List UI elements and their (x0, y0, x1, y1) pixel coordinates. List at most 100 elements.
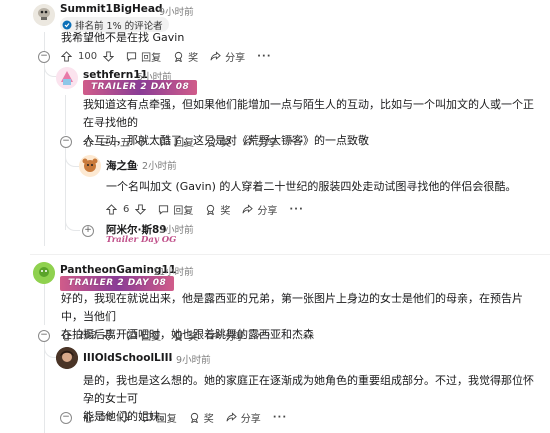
award-button[interactable]: 奖 (189, 410, 214, 425)
more-options-button[interactable]: ··· (257, 330, 271, 341)
reply-label: 回复 (173, 205, 194, 217)
more-options-button[interactable]: ··· (257, 51, 271, 62)
upvote-button[interactable] (61, 50, 72, 62)
award-icon (205, 204, 216, 215)
share-label: 分享 (225, 52, 246, 64)
upvote-icon (106, 203, 117, 215)
comment-actions: 三十五 回复 奖 分享 ··· (83, 132, 304, 150)
comment-body-line: 我知道这有点牵强，但如果他们能增加一点与陌生人的互动，比如与一个叫加文的人或一个… (83, 98, 534, 129)
divider (30, 254, 550, 255)
collapse-icon[interactable]: − (38, 330, 50, 342)
more-options-button[interactable]: ··· (289, 204, 303, 215)
comment-actions: 100 回复 奖 分享 ··· (61, 47, 272, 65)
avatar[interactable] (33, 4, 55, 26)
reply-icon (142, 412, 153, 423)
timestamp: · 3小时前 (153, 225, 194, 236)
share-button[interactable]: 分享 (243, 134, 278, 149)
share-label: 分享 (225, 331, 246, 343)
share-button[interactable]: 分享 (210, 49, 245, 64)
reply-label: 回复 (174, 137, 194, 149)
username[interactable]: 海之鱼 (106, 158, 138, 173)
share-button[interactable]: 分享 (210, 328, 245, 343)
share-icon (210, 50, 221, 62)
reply-button[interactable]: 回复 (126, 49, 161, 64)
upvote-icon (83, 411, 94, 423)
upvote-icon (61, 50, 72, 62)
share-icon (210, 329, 221, 341)
reply-button[interactable]: 回复 (126, 328, 161, 343)
reply-label: 回复 (156, 413, 177, 425)
award-button[interactable]: 奖 (173, 49, 198, 64)
vote-score: 三十五 (100, 137, 130, 149)
share-label: 分享 (240, 413, 261, 425)
comment-body-line: 好的，我现在就说出来，他是露西亚的兄弟，第一张图片上身边的女士是他们的母亲，在预… (61, 292, 523, 323)
comment-actions: 6 回复 奖 分享 ··· (106, 200, 304, 218)
downvote-button[interactable] (118, 411, 130, 423)
collapse-icon[interactable]: − (38, 51, 50, 63)
vote-score: 56 (100, 411, 113, 423)
more-options-button[interactable]: ··· (273, 412, 287, 423)
vote-score: 6 (123, 203, 130, 215)
upvote-button[interactable] (83, 135, 94, 147)
avatar[interactable] (33, 262, 55, 284)
upvote-button[interactable] (61, 329, 72, 341)
reply-button[interactable]: 回复 (158, 202, 193, 217)
award-button[interactable]: 奖 (205, 202, 230, 217)
share-button[interactable]: 分享 (226, 410, 261, 425)
upvote-button[interactable] (83, 411, 94, 423)
rank-icon (62, 20, 72, 30)
username[interactable]: IIIOldSchoolLIII (83, 352, 172, 364)
award-label: 奖 (188, 331, 199, 343)
comment-actions: 56 回复 奖 分享 ··· (83, 408, 287, 426)
collapse-icon[interactable]: − (60, 412, 72, 424)
thread-line (65, 95, 66, 135)
award-icon (206, 136, 217, 147)
vote-score: 282 (78, 329, 98, 341)
collapse-icon[interactable]: − (60, 136, 72, 148)
thread-line (44, 280, 45, 325)
avatar[interactable] (56, 347, 78, 369)
expand-icon[interactable]: + (82, 225, 94, 237)
avatar[interactable] (56, 67, 78, 89)
thread-line (44, 56, 45, 246)
share-button[interactable]: 分享 (242, 202, 277, 217)
downvote-icon (118, 411, 130, 423)
downvote-button[interactable] (103, 329, 115, 341)
thread-curve (65, 154, 80, 167)
comment-actions: 282 回复 奖 分享 ··· (61, 326, 272, 344)
reply-button[interactable]: 回复 (159, 134, 194, 149)
downvote-button[interactable] (135, 203, 147, 215)
user-flair: TRAILER 2 DAY 08 (83, 80, 198, 95)
comment-body-line: 是的，我也是这么想的。她的家庭正在逐渐成为她角色的重要组成部分。不过，我觉得那位… (83, 374, 534, 405)
share-label: 分享 (257, 205, 278, 217)
downvote-button[interactable] (136, 135, 147, 147)
share-label: 分享 (258, 137, 278, 149)
reply-icon (159, 136, 170, 147)
award-button[interactable]: 奖 (206, 134, 231, 149)
user-flair: TRAILER 2 DAY 08 (60, 276, 175, 291)
user-flair: Trailer Day OG (106, 235, 177, 245)
award-button[interactable]: 奖 (173, 328, 198, 343)
reply-button[interactable]: 回复 (142, 410, 177, 425)
award-icon (189, 412, 200, 423)
reply-label: 回复 (141, 331, 162, 343)
more-options-button[interactable]: ··· (290, 136, 304, 147)
downvote-icon (103, 50, 115, 62)
downvote-icon (135, 203, 147, 215)
upvote-button[interactable] (106, 203, 117, 215)
award-label: 奖 (203, 413, 214, 425)
username[interactable]: Summit1BigHead (60, 3, 162, 15)
award-icon (173, 330, 184, 341)
share-icon (242, 203, 254, 215)
avatar[interactable] (79, 155, 101, 177)
downvote-button[interactable] (103, 50, 115, 62)
downvote-icon (103, 329, 115, 341)
thread-curve (65, 220, 80, 231)
award-label: 奖 (221, 137, 231, 149)
upvote-icon (61, 329, 72, 341)
comment-body: 一个名叫加文 (Gavin) 的人穿着二十世纪的服装四处走动试图寻找他的伴侣会很… (106, 180, 517, 193)
reply-icon (126, 330, 137, 341)
timestamp: · 9小时前 (170, 355, 211, 366)
vote-score: 100 (78, 50, 98, 62)
award-icon (173, 51, 184, 62)
